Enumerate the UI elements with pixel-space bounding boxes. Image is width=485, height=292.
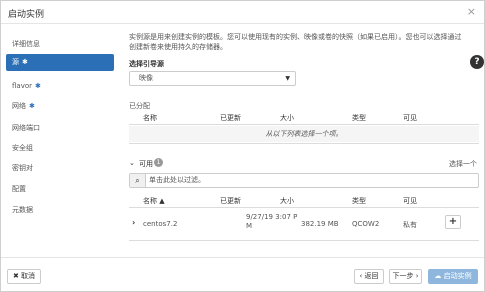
available-col-size[interactable]: 大小	[280, 196, 294, 206]
sidebar-item-label: 配置	[12, 185, 26, 193]
available-col-type[interactable]: 类型	[352, 196, 366, 206]
boot-source-label: 选择引导源	[129, 60, 164, 68]
sidebar-item-label: 安全组	[12, 144, 33, 152]
row-size: 382.19 MB	[301, 220, 339, 228]
cancel-button[interactable]: ✖ 取消	[7, 269, 41, 284]
divider	[129, 207, 479, 208]
row-updated: 9/27/19 3:07 PM	[246, 213, 297, 231]
boot-source-select[interactable]: 映像 ▼	[129, 71, 296, 86]
select-one-label: 选择一个	[449, 160, 477, 168]
sidebar-item-label: flavor	[12, 82, 33, 90]
row-visibility: 私有	[403, 221, 417, 229]
available-col-name[interactable]: 名称 ▲	[143, 196, 165, 206]
row-updated-line2: M	[246, 222, 253, 230]
boot-source-value: 映像	[139, 74, 153, 82]
divider	[129, 240, 479, 241]
dialog-footer: ✖ 取消 ‹ 返回 下一步 › ☁ 启动实例	[1, 257, 484, 292]
sidebar-item-networks[interactable]: 网络 ✱	[6, 98, 114, 115]
source-description: 实例源是用来创建实例的模板。您可以使用现有的实例、映像或卷的快照（如果已启用）。…	[129, 33, 462, 51]
sidebar-item-label: 元数据	[12, 206, 33, 214]
allocated-col-size: 大小	[280, 114, 294, 122]
sidebar-item-configuration[interactable]: 配置	[6, 181, 114, 198]
sidebar-item-label: 网络	[12, 102, 26, 110]
divider	[129, 124, 479, 125]
available-col-visibility[interactable]: 可见	[403, 196, 417, 206]
allocated-col-name: 名称	[143, 114, 157, 122]
sidebar-item-label: 密钥对	[12, 164, 33, 172]
allocated-col-visibility: 可见	[403, 114, 417, 122]
available-label: 可用	[139, 160, 153, 168]
next-button[interactable]: 下一步 ›	[389, 269, 422, 284]
row-updated-line1: 9/27/19 3:07 P	[246, 213, 298, 221]
chevron-right-icon[interactable]: ›	[132, 218, 135, 227]
available-col-updated[interactable]: 已更新	[220, 196, 241, 206]
allocated-col-type: 类型	[352, 114, 366, 122]
sidebar-item-source[interactable]: 源 ✱	[6, 54, 114, 71]
launch-instance-dialog: 启动实例 × ? 详细信息 源 ✱ flavor ✱ 网络 ✱ 网络端口 安全组 密钥…	[0, 0, 485, 292]
sidebar-item-flavor[interactable]: flavor ✱	[6, 78, 114, 95]
allocated-label: 已分配	[129, 102, 150, 110]
available-count-badge: 1	[154, 158, 163, 167]
filter-input[interactable]: 单击此处以过滤。	[149, 174, 205, 187]
sidebar-item-label: 网络端口	[12, 124, 40, 132]
launch-instance-button[interactable]: ☁ 启动实例	[428, 269, 478, 284]
sidebar-item-label: 源	[12, 58, 19, 66]
sidebar-item-network-ports[interactable]: 网络端口	[6, 120, 114, 137]
dialog-title: 启动实例	[8, 10, 45, 20]
divider	[129, 143, 479, 144]
sidebar-item-metadata[interactable]: 元数据	[6, 202, 114, 219]
row-name: centos7.2	[143, 220, 178, 228]
search-icon: ⌕	[130, 174, 146, 187]
required-icon: ✱	[29, 102, 35, 110]
caret-down-icon: ▼	[285, 75, 290, 82]
required-icon: ✱	[35, 82, 41, 90]
sidebar-item-label: 详细信息	[12, 40, 40, 48]
sidebar-item-key-pair[interactable]: 密钥对	[6, 160, 114, 177]
close-icon[interactable]: ×	[467, 5, 476, 18]
chevron-down-icon[interactable]: ⌄	[129, 159, 135, 167]
required-icon: ✱	[22, 58, 28, 66]
row-type: QCOW2	[352, 220, 380, 228]
filter-box[interactable]: ⌕ 单击此处以过滤。	[129, 173, 479, 188]
help-icon[interactable]: ?	[470, 55, 484, 69]
add-button[interactable]: +	[445, 215, 461, 229]
table-row: › centos7.2 9/27/19 3:07 PM 382.19 MB QC…	[129, 211, 479, 237]
allocated-col-updated: 已更新	[220, 114, 241, 122]
allocated-empty-row: 从以下列表选择一个项。	[129, 126, 479, 142]
dialog-header: 启动实例 ×	[1, 1, 484, 24]
sidebar-item-security-groups[interactable]: 安全组	[6, 140, 114, 157]
sidebar-item-details[interactable]: 详细信息	[6, 36, 114, 53]
back-button[interactable]: ‹ 返回	[354, 269, 384, 284]
